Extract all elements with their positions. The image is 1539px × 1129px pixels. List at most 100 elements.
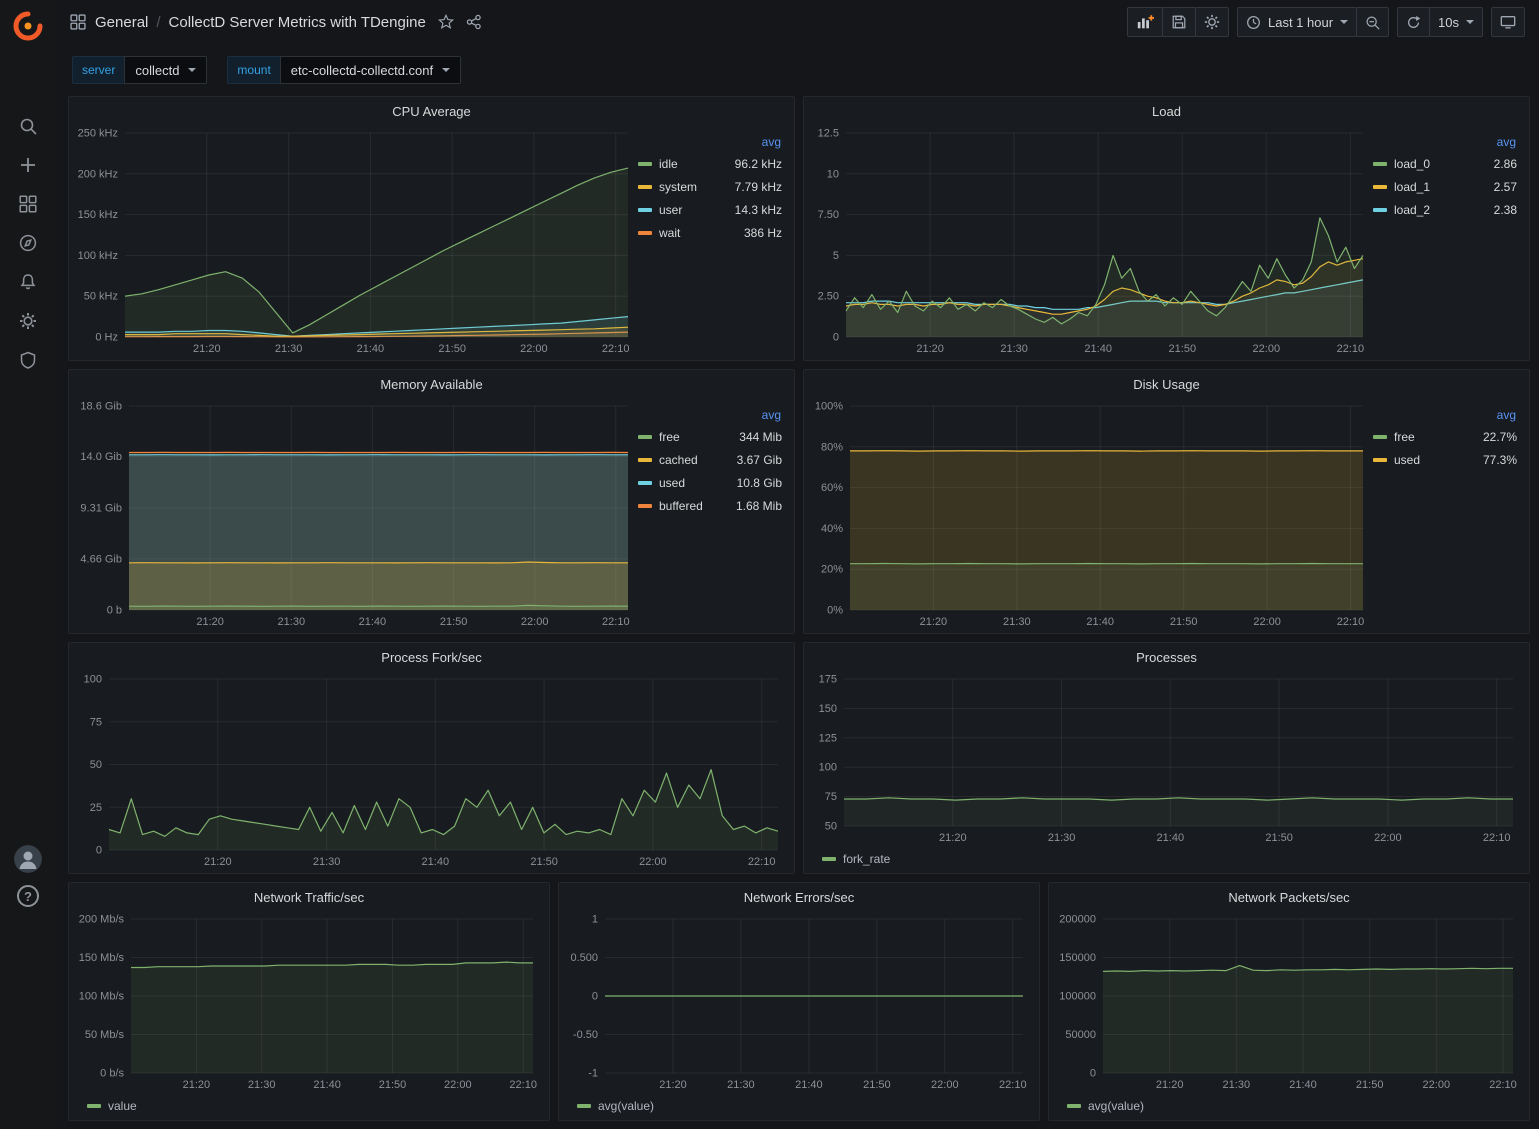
svg-text:22:00: 22:00 (639, 856, 667, 868)
search-icon[interactable] (0, 106, 56, 145)
variable-mount-value-dropdown[interactable]: etc-collectd-collectd.conf (280, 56, 461, 84)
series-color-swatch (638, 481, 652, 485)
legend-item-fork_rate[interactable]: fork_rate (822, 852, 890, 866)
panel-disk-usage: Disk Usage 0%20%40%60%80%100%21:2021:302… (803, 369, 1530, 634)
svg-text:50 Mb/s: 50 Mb/s (85, 1029, 125, 1041)
tv-mode-button[interactable] (1491, 7, 1525, 37)
svg-text:22:00: 22:00 (931, 1079, 959, 1091)
configuration-gear-icon[interactable] (0, 301, 56, 340)
legend-item-free[interactable]: free22.7% (1373, 425, 1517, 448)
network-traffic-chart[interactable]: 0 b/s50 Mb/s100 Mb/s150 Mb/s200 Mb/s21:2… (73, 911, 543, 1094)
process-fork-sec-plot[interactable]: 025507510021:2021:3021:4021:5022:0022:10 (73, 671, 788, 871)
grafana-logo-icon (13, 11, 43, 41)
load-plot[interactable]: 02.5057.501012.521:2021:3021:4021:5022:0… (808, 125, 1373, 358)
network-packets-chart[interactable]: 05000010000015000020000021:2021:3021:402… (1053, 911, 1523, 1094)
series-color-swatch (1373, 208, 1387, 212)
star-icon[interactable] (438, 14, 454, 30)
svg-text:21:20: 21:20 (916, 343, 944, 355)
cpu-average-plot[interactable]: 0 Hz50 kHz100 kHz150 kHz200 kHz250 kHz21… (73, 125, 638, 358)
server-admin-shield-icon[interactable] (0, 340, 56, 379)
avatar[interactable] (14, 845, 42, 873)
svg-text:21:40: 21:40 (1157, 832, 1185, 844)
panel-body: -1-0.5000.500121:2021:3021:4021:5022:002… (559, 911, 1039, 1120)
help-icon[interactable]: ? (17, 885, 39, 907)
legend-item-free[interactable]: free344 Mib (638, 425, 782, 448)
svg-text:10: 10 (827, 168, 839, 180)
alerting-bell-icon[interactable] (0, 262, 56, 301)
legend-item-avg(value)[interactable]: avg(value) (1067, 1099, 1144, 1113)
panel-title-network-traffic[interactable]: Network Traffic/sec (69, 883, 549, 911)
legend-item-load_2[interactable]: load_22.38 (1373, 198, 1517, 221)
legend-item-value[interactable]: value (87, 1099, 137, 1113)
dashboards-icon[interactable] (0, 184, 56, 223)
network-packets-sec-plot[interactable]: 05000010000015000020000021:2021:3021:402… (1053, 911, 1523, 1094)
legend-item-cached[interactable]: cached3.67 Gib (638, 448, 782, 471)
panel-title-network-packets[interactable]: Network Packets/sec (1049, 883, 1529, 911)
breadcrumb-title[interactable]: CollectD Server Metrics with TDengine (169, 14, 426, 31)
legend-item-system[interactable]: system7.79 kHz (638, 175, 782, 198)
svg-text:20%: 20% (821, 564, 843, 576)
svg-text:14.0 Gib: 14.0 Gib (80, 451, 122, 463)
variable-server-value-dropdown[interactable]: collectd (124, 56, 207, 84)
network-traffic-sec-plot[interactable]: 0 b/s50 Mb/s100 Mb/s150 Mb/s200 Mb/s21:2… (73, 911, 543, 1094)
panel-title-load[interactable]: Load (804, 97, 1529, 125)
add-panel-icon (1136, 13, 1154, 31)
legend-item-idle[interactable]: idle96.2 kHz (638, 152, 782, 175)
save-dashboard-button[interactable] (1162, 7, 1196, 37)
legend-avg-header[interactable]: avg (1373, 135, 1517, 149)
cpu-average-chart[interactable]: 0 Hz50 kHz100 kHz150 kHz200 kHz250 kHz21… (73, 125, 638, 358)
panel-title-processes[interactable]: Processes (804, 643, 1529, 671)
network-packets-legend: avg(value) (1053, 1094, 1523, 1118)
time-range-label: Last 1 hour (1268, 15, 1333, 30)
legend-item-user[interactable]: user14.3 kHz (638, 198, 782, 221)
process-fork-chart[interactable]: 025507510021:2021:3021:4021:5022:0022:10 (73, 671, 788, 871)
panel-row-3: Process Fork/sec 025507510021:2021:3021:… (68, 642, 1530, 874)
share-icon[interactable] (466, 14, 482, 30)
svg-text:0 b/s: 0 b/s (100, 1068, 124, 1080)
legend-item-avg(value)[interactable]: avg(value) (577, 1099, 654, 1113)
legend-item-buffered[interactable]: buffered1.68 Mib (638, 494, 782, 517)
sidebar-bottom: ? (14, 845, 42, 907)
breadcrumb-section[interactable]: General (95, 14, 148, 31)
legend-item-load_0[interactable]: load_02.86 (1373, 152, 1517, 175)
svg-text:21:20: 21:20 (196, 616, 224, 628)
add-panel-button[interactable] (1127, 7, 1163, 37)
panel-title-cpu-average[interactable]: CPU Average (69, 97, 794, 125)
time-picker-group: Last 1 hour (1237, 7, 1389, 37)
disk-usage-plot[interactable]: 0%20%40%60%80%100%21:2021:3021:4021:5022… (808, 398, 1373, 631)
disk-usage-chart[interactable]: 0%20%40%60%80%100%21:2021:3021:4021:5022… (808, 398, 1373, 631)
zoom-out-button[interactable] (1356, 7, 1389, 37)
legend-item-used[interactable]: used77.3% (1373, 448, 1517, 471)
legend-item-used[interactable]: used10.8 Gib (638, 471, 782, 494)
memory-available-chart[interactable]: 0 b4.66 Gib9.31 Gib14.0 Gib18.6 Gib21:20… (73, 398, 638, 631)
legend-series-avg: 2.86 (1494, 157, 1517, 171)
memory-available-plot[interactable]: 0 b4.66 Gib9.31 Gib14.0 Gib18.6 Gib21:20… (73, 398, 638, 631)
panel-title-disk-usage[interactable]: Disk Usage (804, 370, 1529, 398)
refresh-button[interactable] (1397, 7, 1430, 37)
refresh-interval-picker[interactable]: 10s (1429, 7, 1483, 37)
processes-chart[interactable]: 507510012515017521:2021:3021:4021:5022:0… (808, 671, 1523, 847)
explore-compass-icon[interactable] (0, 223, 56, 262)
panel-title-memory-available[interactable]: Memory Available (69, 370, 794, 398)
time-range-picker[interactable]: Last 1 hour (1237, 7, 1357, 37)
grafana-logo[interactable] (0, 2, 56, 50)
legend-avg-header[interactable]: avg (638, 135, 782, 149)
load-chart[interactable]: 02.5057.501012.521:2021:3021:4021:5022:0… (808, 125, 1373, 358)
dashboard-settings-button[interactable] (1195, 7, 1229, 37)
panel-title-network-errors[interactable]: Network Errors/sec (559, 883, 1039, 911)
variable-mount: mount etc-collectd-collectd.conf (227, 56, 461, 84)
network-errors-chart[interactable]: -1-0.5000.500121:2021:3021:4021:5022:002… (563, 911, 1033, 1094)
series-color-swatch (1373, 162, 1387, 166)
network-errors-sec-plot[interactable]: -1-0.5000.500121:2021:3021:4021:5022:002… (563, 911, 1033, 1094)
legend-avg-header[interactable]: avg (1373, 408, 1517, 422)
legend-series-name: used (659, 476, 737, 490)
series-group (1103, 966, 1513, 1073)
chevron-down-icon (1340, 20, 1348, 24)
processes-plot[interactable]: 507510012515017521:2021:3021:4021:5022:0… (808, 671, 1523, 847)
legend-avg-header[interactable]: avg (638, 408, 782, 422)
panel-title-process-fork[interactable]: Process Fork/sec (69, 643, 794, 671)
add-icon[interactable] (0, 145, 56, 184)
legend-item-load_1[interactable]: load_12.57 (1373, 175, 1517, 198)
variable-server-value: collectd (135, 63, 179, 78)
legend-item-wait[interactable]: wait386 Hz (638, 221, 782, 244)
